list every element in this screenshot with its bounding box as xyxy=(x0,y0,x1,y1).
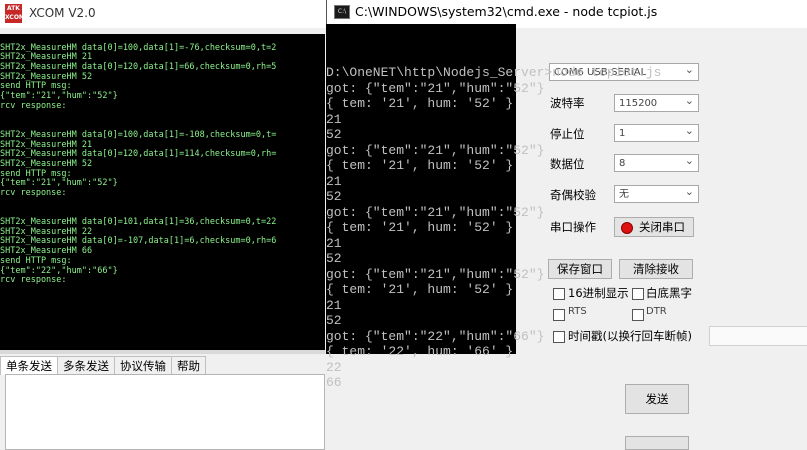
cmd-titlebar: C:\ C:\WINDOWS\system32\cmd.exe - node t… xyxy=(326,0,710,24)
cmd-line: got: {"tem":"21","hum":"52"} xyxy=(326,266,545,282)
cmd-line: 52 xyxy=(326,313,342,328)
cmd-line: 21 xyxy=(326,297,342,313)
xcom-window-title: XCOM V2.0 xyxy=(29,6,96,20)
cmd-line: 21 xyxy=(326,111,342,127)
cmd-console[interactable]: D:\OneNET\http\Nodejs_Server>node tcpiot… xyxy=(326,24,661,390)
cmd-line: 21 xyxy=(326,173,342,189)
status-strip xyxy=(709,326,807,346)
tab-help[interactable]: 帮助 xyxy=(171,356,206,375)
tab-single-send[interactable]: 单条发送 xyxy=(0,356,58,375)
cmd-window: C:\ C:\WINDOWS\system32\cmd.exe - node t… xyxy=(326,0,710,448)
cmd-line: got: {"tem":"22","hum":"66"} xyxy=(326,328,545,344)
terminal-line: rcv response: xyxy=(0,188,67,198)
cmd-output: D:\OneNET\http\Nodejs_Server>node tcpiot… xyxy=(326,65,661,391)
send-input[interactable] xyxy=(5,374,325,450)
cmd-line: 22 xyxy=(326,359,342,375)
cmd-line: { tem: '21', hum: '52' } xyxy=(326,220,514,235)
terminal-line: rcv response: xyxy=(0,100,67,111)
terminal-line: rcv response: xyxy=(0,275,67,286)
cmd-line: 52 xyxy=(326,127,342,142)
cmd-line: { tem: '21', hum: '52' } xyxy=(326,282,514,297)
cmd-line: got: {"tem":"21","hum":"52"} xyxy=(326,142,545,158)
cmd-line: got: {"tem":"21","hum":"52"} xyxy=(326,204,545,220)
tab-protocol[interactable]: 协议传输 xyxy=(114,356,172,375)
cmd-line: got: {"tem":"21","hum":"52"} xyxy=(326,80,545,96)
cmd-line: { tem: '22', hum: '66' } xyxy=(326,344,514,359)
cmd-line: 52 xyxy=(326,189,342,204)
tab-multi-send[interactable]: 多条发送 xyxy=(57,356,115,375)
atk-logo-icon: ATK XCOM xyxy=(5,4,25,23)
cmd-line: { tem: '21', hum: '52' } xyxy=(326,96,514,111)
cmd-line: 21 xyxy=(326,235,342,251)
cmd-app-icon: C:\ xyxy=(334,5,350,19)
cmd-line: { tem: '21', hum: '52' } xyxy=(326,158,514,173)
splitter[interactable] xyxy=(0,350,325,354)
cmd-line: 66 xyxy=(326,375,342,390)
cmd-line: 52 xyxy=(326,251,342,266)
cmd-line: D:\OneNET\http\Nodejs_Server>node tcpiot… xyxy=(326,65,662,80)
send-tabs: 单条发送 多条发送 协议传输 帮助 xyxy=(0,356,206,375)
receive-terminal[interactable]: SHT2x_MeasureHM data[0]=100,data[1]=-76,… xyxy=(0,34,325,350)
cmd-window-title: C:\WINDOWS\system32\cmd.exe - node tcpio… xyxy=(355,4,658,19)
